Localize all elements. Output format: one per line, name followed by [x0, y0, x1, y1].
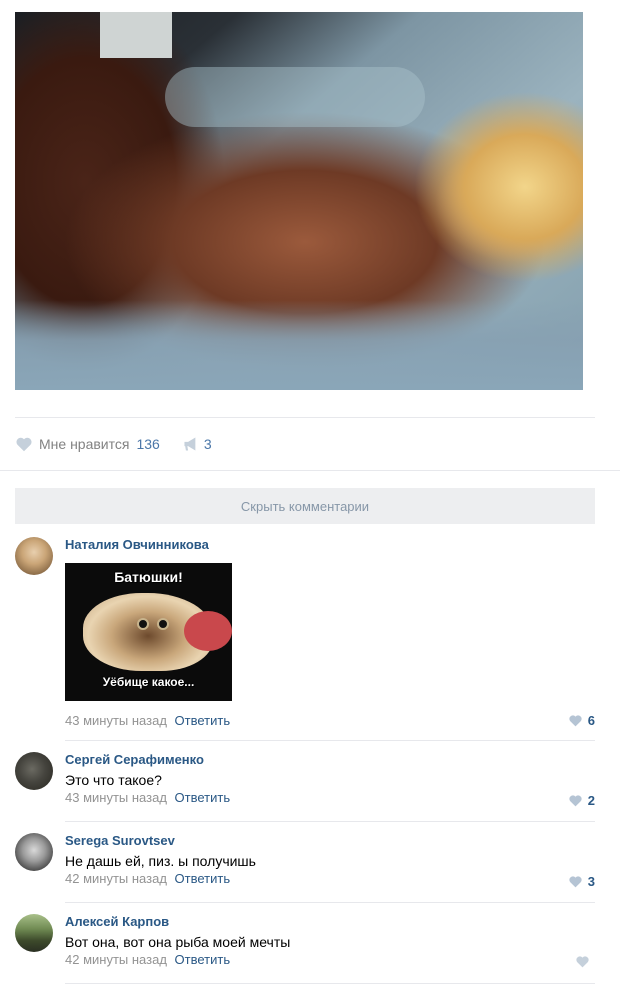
- comment-text: Вот она, вот она рыба моей мечты: [65, 934, 291, 950]
- comment-item: Serega Surovtsev Не дашь ей, пиз. ы полу…: [15, 833, 595, 893]
- reply-link[interactable]: Ответить: [175, 790, 231, 805]
- heart-icon: [569, 795, 582, 807]
- comment-like-button[interactable]: 3: [568, 874, 595, 889]
- megaphone-icon: [184, 437, 196, 451]
- comment-item: Сергей Серафименко Это что такое? 43 мин…: [15, 752, 595, 812]
- comment-time[interactable]: 42 минуты назад: [65, 871, 167, 886]
- share-button[interactable]: 3: [160, 436, 212, 452]
- avatar[interactable]: [15, 537, 53, 575]
- comment-body: Serega Surovtsev Не дашь ей, пиз. ы полу…: [65, 833, 595, 887]
- comment-like-count: 2: [587, 793, 595, 808]
- meme-cheek: [184, 611, 232, 651]
- avatar[interactable]: [15, 752, 53, 790]
- comment-meta: 43 минуты назад Ответить: [65, 790, 595, 806]
- heart-icon: [569, 715, 582, 727]
- comment-author[interactable]: Наталия Овчинникова: [65, 537, 595, 553]
- comment-body: Сергей Серафименко Это что такое? 43 мин…: [65, 752, 595, 806]
- post-actions-bar: Мне нравится 136 3: [15, 432, 212, 456]
- photo-sheet-detail: [15, 300, 583, 390]
- meme-caption-bottom: Уёбище какое...: [102, 675, 195, 689]
- reply-link[interactable]: Ответить: [175, 871, 231, 886]
- like-label: Мне нравится: [39, 436, 130, 452]
- comment-author[interactable]: Serega Surovtsev: [65, 833, 595, 849]
- comment-meta: 42 минуты назад Ответить: [65, 871, 595, 887]
- comment-time[interactable]: 42 минуты назад: [65, 952, 167, 967]
- comment-meme-image[interactable]: Батюшки! Уёбище какое...: [65, 563, 232, 701]
- hide-comments-button[interactable]: Скрыть комментарии: [15, 488, 595, 524]
- comment-meta: 43 минуты назад Ответить: [65, 713, 230, 729]
- comment-time[interactable]: 43 минуты назад: [65, 713, 167, 728]
- meme-eye: [157, 618, 169, 630]
- post-photo[interactable]: [15, 12, 583, 390]
- comment-like-count: 3: [587, 874, 595, 889]
- comment-like-button[interactable]: 2: [568, 793, 595, 808]
- meme-caption-top: Батюшки!: [114, 569, 183, 585]
- comment-time[interactable]: 43 минуты назад: [65, 790, 167, 805]
- comment-author[interactable]: Алексей Карпов: [65, 914, 595, 930]
- heart-icon: [16, 437, 32, 452]
- photo-window-detail: [100, 12, 172, 58]
- divider: [15, 417, 595, 418]
- divider: [65, 983, 595, 984]
- divider: [65, 821, 595, 822]
- comment-meta: 42 минуты назад Ответить: [65, 952, 595, 968]
- comment-like-button[interactable]: [575, 955, 595, 968]
- divider: [0, 470, 620, 471]
- meme-eye: [137, 618, 149, 630]
- reply-link[interactable]: Ответить: [175, 952, 231, 967]
- heart-icon: [576, 956, 589, 968]
- comment-like-button[interactable]: 6: [568, 713, 595, 728]
- avatar[interactable]: [15, 914, 53, 952]
- reply-link[interactable]: Ответить: [175, 713, 231, 728]
- divider: [65, 902, 595, 903]
- comment-item: Алексей Карпов Вот она, вот она рыба мое…: [15, 914, 595, 974]
- avatar[interactable]: [15, 833, 53, 871]
- comment-author[interactable]: Сергей Серафименко: [65, 752, 595, 768]
- photo-pillow-detail: [165, 67, 425, 127]
- divider: [65, 740, 595, 741]
- comment-like-count: 6: [587, 713, 595, 728]
- comment-body: Алексей Карпов Вот она, вот она рыба мое…: [65, 914, 595, 968]
- comment-body: Наталия Овчинникова: [65, 537, 595, 553]
- heart-icon: [569, 876, 582, 888]
- comment-text: Не дашь ей, пиз. ы получишь: [65, 853, 256, 869]
- like-count: 136: [136, 436, 160, 452]
- comment-text: Это что такое?: [65, 772, 162, 788]
- comment-item: Наталия Овчинникова Батюшки! Уёбище како…: [15, 537, 595, 732]
- share-count: 3: [203, 436, 212, 452]
- like-button[interactable]: Мне нравится 136: [15, 436, 160, 452]
